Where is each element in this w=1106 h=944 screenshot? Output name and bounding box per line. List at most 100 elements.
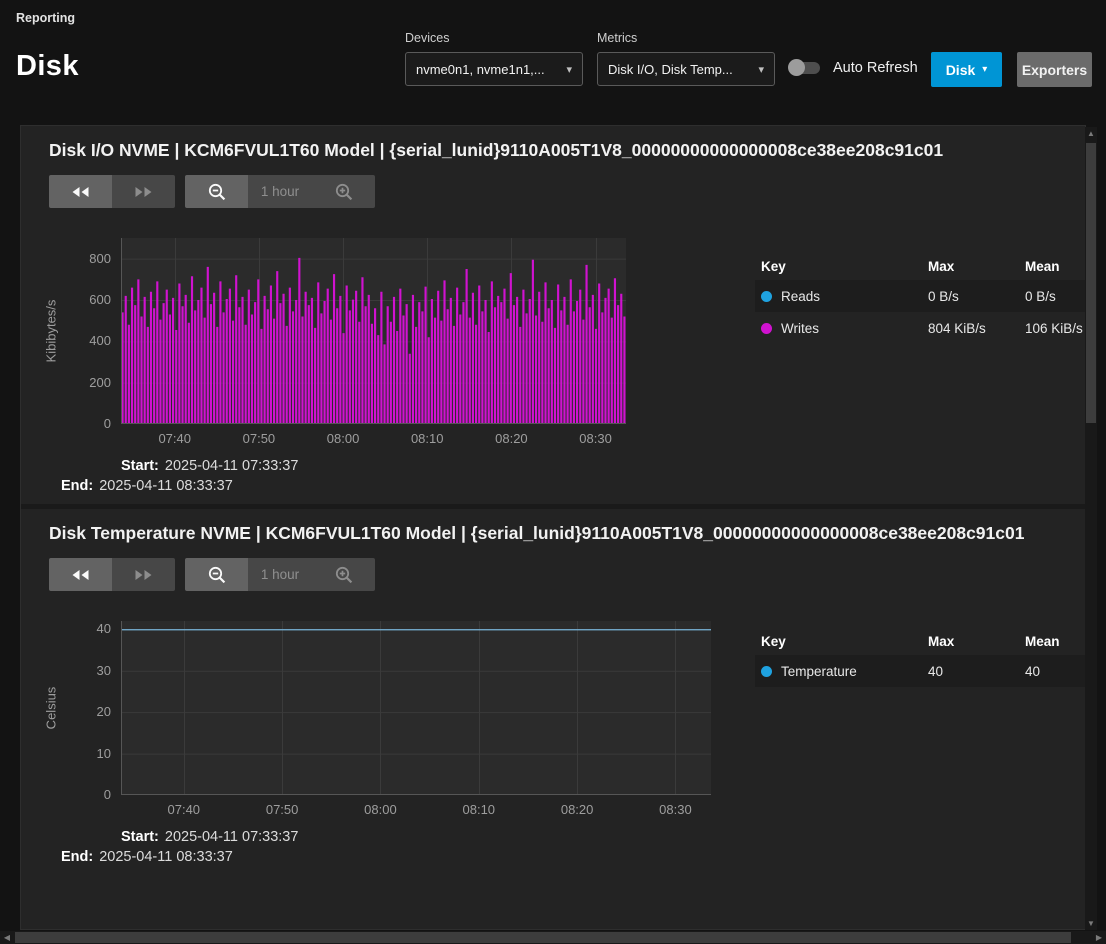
legend-row-reads[interactable]: Reads 0 B/s0 B/s	[755, 280, 1085, 312]
horizontal-scrollbar[interactable]: ◀ ▶	[0, 931, 1106, 944]
vertical-scrollbar[interactable]: ▲ ▼	[1085, 127, 1097, 930]
start-label: Start:	[121, 458, 159, 474]
x-tick-label: 08:10	[411, 431, 444, 446]
x-axis-ticks: 07:4007:5008:0008:1008:2008:30	[121, 795, 711, 821]
start-value: 2025-04-11 07:33:37	[165, 458, 299, 474]
chevron-down-icon: ▾	[566, 63, 572, 76]
series-mean-value: 106 KiB/s	[1025, 321, 1085, 336]
metrics-label: Metrics	[597, 31, 637, 45]
series-name: Writes	[781, 321, 819, 336]
devices-select-value: nvme0n1, nvme1n1,...	[416, 62, 560, 77]
y-tick-label: 20	[97, 704, 111, 720]
reporting-page: Reporting Disk Devices nvme0n1, nvme1n1,…	[0, 0, 1106, 944]
zoom-group: 1 hour	[185, 175, 375, 208]
y-axis-label: Celsius	[43, 687, 58, 730]
plot-area: 07:4007:5008:0008:1008:2008:30	[121, 621, 711, 821]
end-value: 2025-04-11 08:33:37	[99, 478, 233, 494]
chart-legend: KeyMaxMeanTemperature4040	[755, 627, 1085, 687]
series-color-dot-icon	[761, 291, 772, 302]
y-tick-label: 600	[89, 292, 111, 308]
reports-container: Disk I/O NVME | KCM6FVUL1T60 Model | {se…	[20, 125, 1086, 930]
legend-header-cell: Max	[928, 634, 1025, 649]
step-back-button[interactable]	[49, 558, 112, 591]
vertical-scrollbar-thumb[interactable]	[1086, 143, 1096, 423]
plot-area: 07:4007:5008:0008:1008:2008:30	[121, 238, 626, 450]
step-forward-button[interactable]	[112, 175, 175, 208]
auto-refresh-label: Auto Refresh	[833, 60, 918, 76]
x-tick-label: 08:00	[364, 802, 397, 817]
legend-row-temperature[interactable]: Temperature4040	[755, 655, 1085, 687]
scroll-down-icon[interactable]: ▼	[1085, 917, 1097, 930]
x-tick-label: 08:30	[659, 802, 692, 817]
series-max-value: 0 B/s	[928, 289, 1025, 304]
zoom-out-button[interactable]	[185, 175, 248, 208]
time-step-group	[49, 175, 175, 208]
step-back-button[interactable]	[49, 175, 112, 208]
end-line: End: 2025-04-11 08:33:37	[61, 478, 1085, 494]
x-tick-label: 07:50	[266, 802, 299, 817]
scroll-left-icon[interactable]: ◀	[1, 931, 13, 944]
legend-header-cell: Mean	[1025, 634, 1085, 649]
y-axis-label: Kibibytes/s	[43, 300, 58, 363]
start-value: 2025-04-11 07:33:37	[165, 829, 299, 845]
chart-title: Disk Temperature NVME | KCM6FVUL1T60 Mod…	[49, 523, 1085, 544]
start-line: Start: 2025-04-11 07:33:37	[121, 458, 1085, 474]
series-max-value: 804 KiB/s	[928, 321, 1025, 336]
y-axis-ticks: 0200400600800	[75, 238, 121, 424]
series-mean-value: 0 B/s	[1025, 289, 1085, 304]
scroll-up-icon[interactable]: ▲	[1085, 127, 1097, 140]
series-name: Reads	[781, 289, 820, 304]
step-forward-button[interactable]	[112, 558, 175, 591]
auto-refresh-toggle[interactable]	[790, 62, 820, 74]
breadcrumb[interactable]: Reporting	[16, 11, 75, 25]
chart-toolbar: 1 hour	[49, 558, 1085, 591]
x-axis-ticks: 07:4007:5008:0008:1008:2008:30	[121, 424, 626, 450]
zoom-in-button[interactable]	[312, 175, 375, 208]
series-name-cell: Reads	[755, 289, 928, 304]
disk-io-chart[interactable]	[121, 238, 626, 424]
y-tick-label: 0	[104, 787, 111, 803]
temperature-chart[interactable]	[121, 621, 711, 795]
scroll-right-icon[interactable]: ▶	[1093, 931, 1105, 944]
x-tick-label: 08:30	[579, 431, 612, 446]
y-tick-label: 200	[89, 375, 111, 391]
start-line: Start:2025-04-11 07:33:37	[121, 829, 1085, 845]
double-arrow-right-icon	[134, 569, 153, 581]
horizontal-scrollbar-thumb[interactable]	[15, 932, 1071, 943]
devices-select[interactable]: nvme0n1, nvme1n1,... ▾	[405, 52, 583, 86]
time-step-group	[49, 558, 175, 591]
legend-header-row: KeyMaxMean	[755, 252, 1085, 280]
chart-legend: KeyMaxMean Reads 0 B/s0 B/s Writes 804 KiB/s…	[755, 252, 1085, 344]
x-tick-label: 07:40	[167, 802, 200, 817]
chart-region: Celsius 010203040 07:4007:5008:0008:1008…	[21, 621, 1085, 821]
double-arrow-left-icon	[71, 569, 90, 581]
zoom-out-icon	[207, 182, 227, 202]
x-tick-label: 08:10	[462, 802, 495, 817]
zoom-in-button[interactable]	[312, 558, 375, 591]
metrics-select[interactable]: Disk I/O, Disk Temp... ▾	[597, 52, 775, 86]
x-tick-label: 07:50	[243, 431, 276, 446]
legend-header-cell: Key	[755, 634, 928, 649]
end-label: End:	[61, 478, 93, 494]
x-tick-label: 08:20	[495, 431, 528, 446]
chart-toolbar: 1 hour	[49, 175, 1085, 208]
series-name-cell: Temperature	[755, 664, 928, 679]
page-title: Disk	[16, 50, 79, 83]
zoom-out-button[interactable]	[185, 558, 248, 591]
disk-button[interactable]: Disk ▾	[931, 52, 1002, 87]
double-arrow-right-icon	[134, 186, 153, 198]
disk-temperature-card: Disk Temperature NVME | KCM6FVUL1T60 Mod…	[21, 509, 1085, 929]
x-tick-label: 08:00	[327, 431, 360, 446]
legend-row-writes[interactable]: Writes 804 KiB/s106 KiB/s	[755, 312, 1085, 344]
zoom-in-icon	[334, 182, 354, 202]
series-color-dot-icon	[761, 666, 772, 677]
zoom-range-label: 1 hour	[248, 175, 312, 208]
y-tick-label: 40	[97, 621, 111, 637]
metrics-select-value: Disk I/O, Disk Temp...	[608, 62, 752, 77]
chevron-down-icon: ▾	[758, 63, 764, 76]
chart-title: Disk I/O NVME | KCM6FVUL1T60 Model | {se…	[49, 140, 1085, 161]
y-tick-label: 800	[89, 251, 111, 267]
exporters-button[interactable]: Exporters	[1017, 52, 1092, 87]
series-mean-value: 40	[1025, 664, 1085, 679]
series-name: Temperature	[781, 664, 857, 679]
